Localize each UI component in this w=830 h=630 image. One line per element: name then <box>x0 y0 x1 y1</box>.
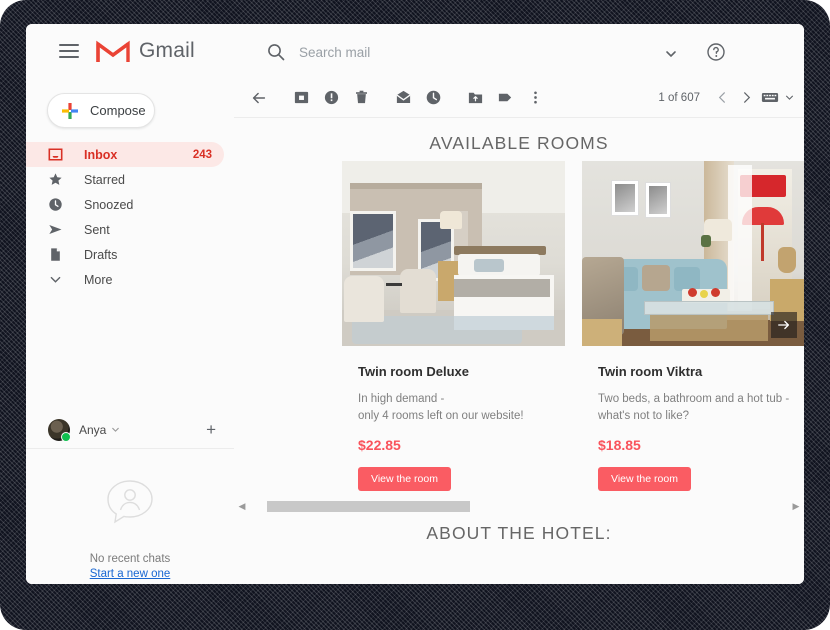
chat-user-name: Anya <box>79 422 107 437</box>
chevron-down-icon <box>48 272 63 287</box>
section-title-about-the-hotel: ABOUT THE HOTEL: <box>426 523 612 543</box>
sidebar-nav: Inbox 243 Starred Snoozed Sent Drafts Mo… <box>26 142 234 292</box>
room-price: $22.85 <box>358 437 401 454</box>
room-description: Two beds, a bathroom and a hot tub - wha… <box>598 391 804 424</box>
view-the-room-button[interactable]: View the room <box>598 467 691 492</box>
chevron-down-icon[interactable] <box>111 425 120 434</box>
gmail-logo: Gmail <box>96 38 195 64</box>
carousel-next-button[interactable] <box>771 312 797 338</box>
room-desc-line-1: Two beds, a bathroom and a hot tub - <box>598 393 790 405</box>
room-desc-line-2: only 4 rooms left on our website! <box>358 409 524 422</box>
delete-button[interactable] <box>346 83 376 113</box>
send-icon <box>48 222 63 237</box>
search-icon <box>268 44 285 61</box>
mail-pane: 1 of 607 AVAILABLE ROOMS Twin room Delux… <box>234 78 804 584</box>
report-spam-button[interactable] <box>316 83 346 113</box>
previous-page-button[interactable] <box>710 86 734 110</box>
room-desc-line-2: what's not to like? <box>598 409 690 422</box>
help-circle-icon[interactable] <box>706 42 726 62</box>
room-description: In high demand - only 4 rooms left on ou… <box>358 391 565 424</box>
empty-chat-state: No recent chats Start a new one <box>26 478 234 580</box>
carousel-scrollbar[interactable]: ◀ ▶ <box>234 496 804 516</box>
triangle-right-icon[interactable]: ▶ <box>788 501 804 512</box>
sidebar-item-label: Inbox <box>84 147 118 162</box>
search-input[interactable] <box>299 44 699 60</box>
more-options-button[interactable] <box>520 83 550 113</box>
back-button[interactable] <box>244 83 274 113</box>
room-card[interactable]: Twin room Viktra Two beds, a bathroom an… <box>582 161 804 492</box>
hamburger-icon[interactable] <box>59 44 79 58</box>
document-icon <box>48 247 63 262</box>
compose-button[interactable]: Compose <box>47 93 155 128</box>
view-the-room-button[interactable]: View the room <box>358 467 451 492</box>
sidebar-item-more[interactable]: More <box>26 267 224 292</box>
next-page-button[interactable] <box>734 86 758 110</box>
search-bar[interactable] <box>236 35 736 69</box>
snooze-button[interactable] <box>418 83 448 113</box>
compose-label: Compose <box>90 103 146 118</box>
brand-name: Gmail <box>139 39 195 62</box>
scrollbar-thumb[interactable] <box>267 500 470 512</box>
sidebar-item-drafts[interactable]: Drafts <box>26 242 224 267</box>
room-card[interactable]: Twin room Deluxe In high demand - only 4… <box>342 161 565 492</box>
sidebar-item-label: Snoozed <box>84 197 134 212</box>
top-bar: Gmail <box>26 24 804 78</box>
triangle-left-icon[interactable]: ◀ <box>234 501 250 512</box>
pagination: 1 of 607 <box>658 86 796 110</box>
chevron-down-icon[interactable] <box>664 47 678 61</box>
sidebar-item-sent[interactable]: Sent <box>26 217 224 242</box>
sidebar-item-label: Starred <box>84 172 125 187</box>
clock-icon <box>48 197 63 212</box>
star-icon <box>48 172 63 187</box>
sidebar-item-starred[interactable]: Starred <box>26 167 224 192</box>
new-chat-plus-icon[interactable]: + <box>206 421 216 438</box>
sidebar-item-snoozed[interactable]: Snoozed <box>26 192 224 217</box>
email-body: AVAILABLE ROOMS Twin room Deluxe In high… <box>234 118 804 584</box>
sidebar-item-label: Drafts <box>84 247 118 262</box>
chat-person-icon <box>107 480 153 524</box>
start-new-chat-link[interactable]: Start a new one <box>26 568 234 580</box>
move-to-button[interactable] <box>460 83 490 113</box>
room-price: $18.85 <box>598 437 641 454</box>
sidebar-item-label: More <box>84 272 113 287</box>
plus-icon <box>62 102 78 119</box>
hotel-bedroom-photo <box>342 161 565 346</box>
scrollbar-track[interactable] <box>252 500 786 512</box>
archive-button[interactable] <box>286 83 316 113</box>
empty-chat-text: No recent chats <box>89 553 171 565</box>
pagination-count: 1 of 607 <box>658 91 700 104</box>
hotel-living-room-photo <box>582 161 804 346</box>
mail-toolbar: 1 of 607 <box>234 78 804 118</box>
section-title-available-rooms: AVAILABLE ROOMS <box>429 133 609 153</box>
room-desc-line-1: In high demand - <box>358 393 445 405</box>
gmail-app: Gmail Com <box>26 24 804 584</box>
inbox-icon <box>48 147 63 162</box>
labels-button[interactable] <box>490 83 520 113</box>
chevron-down-icon[interactable] <box>782 86 796 110</box>
room-name: Twin room Deluxe <box>358 364 469 379</box>
keyboard-icon[interactable] <box>758 86 782 110</box>
mark-unread-button[interactable] <box>388 83 418 113</box>
sidebar-item-inbox[interactable]: Inbox 243 <box>26 142 224 167</box>
sidebar: Compose Inbox 243 Starred Snoozed Sent D… <box>26 78 234 584</box>
room-name: Twin room Viktra <box>598 364 703 379</box>
rooms-carousel: Twin room Deluxe In high demand - only 4… <box>234 161 804 492</box>
chat-account-row[interactable]: Anya + <box>26 411 234 449</box>
inbox-unread-count: 243 <box>192 148 212 161</box>
avatar[interactable] <box>48 418 71 442</box>
sidebar-item-label: Sent <box>84 222 110 237</box>
gmail-m-logo <box>96 40 130 62</box>
